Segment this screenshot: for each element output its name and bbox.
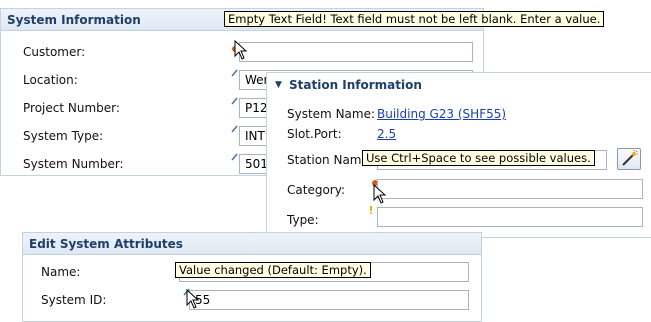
station-information-title: Station Information — [289, 78, 422, 92]
system-id-label: System ID: — [41, 293, 107, 307]
info-marker-icon — [231, 97, 238, 105]
customer-field[interactable] — [239, 42, 473, 62]
system-number-label: System Number: — [23, 157, 124, 171]
mouse-pointer-icon — [186, 289, 200, 309]
mouse-pointer-icon — [373, 184, 387, 204]
content-assist-tooltip: Use Ctrl+Space to see possible values. — [362, 150, 595, 166]
collapse-arrow-icon[interactable]: ▼ — [275, 73, 282, 97]
name-label: Name: — [41, 265, 81, 279]
system-id-field[interactable]: 55 — [189, 290, 469, 310]
required-marker-icon — [370, 206, 372, 214]
customer-label: Customer: — [23, 45, 86, 59]
info-marker-icon — [231, 153, 238, 161]
system-type-label: System Type: — [23, 129, 104, 143]
value-changed-tooltip: Value changed (Default: Empty). — [175, 262, 371, 278]
category-label: Category: — [287, 183, 345, 197]
edit-system-attributes-header: Edit System Attributes — [23, 233, 481, 255]
category-field[interactable] — [377, 179, 643, 199]
slot-port-link[interactable]: 2.5 — [377, 127, 396, 141]
type-label: Type: — [287, 213, 319, 227]
wand-icon — [622, 150, 638, 166]
type-field[interactable] — [377, 207, 643, 227]
mouse-pointer-icon — [234, 40, 248, 60]
system-name-link[interactable]: Building G23 (SHF55) — [377, 107, 506, 121]
location-label: Location: — [23, 73, 78, 87]
station-information-header[interactable]: ▼ Station Information — [267, 73, 651, 97]
content-assist-button[interactable] — [617, 148, 641, 170]
project-number-label: Project Number: — [23, 101, 120, 115]
system-name-label: System Name: — [287, 107, 376, 121]
info-marker-icon — [231, 69, 238, 77]
slot-port-label: Slot.Port: — [287, 127, 342, 141]
info-marker-icon — [231, 125, 238, 133]
station-name-label: Station Name: — [287, 153, 373, 167]
empty-field-tooltip: Empty Text Field! Text field must not be… — [224, 11, 605, 27]
